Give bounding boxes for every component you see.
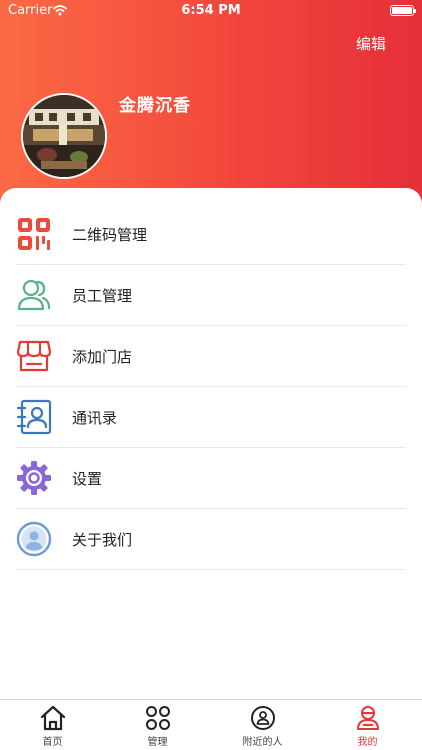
- about-icon: [16, 521, 52, 557]
- profile-header: Carrier 6:54 PM 编辑 金腾沉香: [0, 0, 422, 210]
- tab-profile[interactable]: 我的: [315, 700, 420, 750]
- menu-item-label: 通讯录: [72, 408, 118, 427]
- home-icon: [40, 705, 65, 731]
- status-bar: Carrier 6:54 PM: [0, 0, 422, 22]
- menu-item-settings[interactable]: 设置: [16, 448, 406, 509]
- tab-label: 附近的人: [242, 737, 283, 748]
- store-name: 金腾沉香: [119, 96, 191, 116]
- tab-label: 我的: [357, 737, 378, 748]
- menu-item-label: 添加门店: [72, 347, 133, 366]
- tab-nearby[interactable]: 附近的人: [210, 700, 315, 750]
- menu-item-label: 员工管理: [72, 286, 133, 305]
- menu-item-label: 二维码管理: [72, 225, 148, 244]
- store-icon: [16, 338, 52, 374]
- tab-label: 首页: [42, 737, 63, 748]
- menu-item-contacts[interactable]: 通讯录: [16, 387, 406, 448]
- clock: 6:54 PM: [181, 3, 241, 18]
- avatar[interactable]: [21, 93, 107, 179]
- nearby-icon: [250, 706, 275, 730]
- tab-manage[interactable]: 管理: [105, 700, 210, 750]
- tab-bar: 首页 管理 附近的人 我的: [0, 699, 422, 750]
- menu-panel: 二维码管理 员工管理 添加门店 通讯录 设置 关于我们: [0, 188, 422, 700]
- qr-code-icon: [16, 216, 52, 252]
- gear-icon: [16, 460, 52, 496]
- menu-item-add-store[interactable]: 添加门店: [16, 326, 406, 387]
- menu-item-label: 设置: [72, 469, 103, 488]
- menu-item-about-us[interactable]: 关于我们: [16, 509, 406, 570]
- menu-item-qr-management[interactable]: 二维码管理: [16, 204, 406, 265]
- manage-icon: [145, 706, 170, 730]
- staff-icon: [16, 277, 52, 313]
- tab-home[interactable]: 首页: [0, 700, 105, 750]
- menu-item-staff-management[interactable]: 员工管理: [16, 265, 406, 326]
- battery-icon: [390, 5, 416, 16]
- edit-button[interactable]: 编辑: [356, 33, 386, 54]
- profile-icon: [356, 706, 379, 730]
- avatar-image: [23, 95, 105, 177]
- contacts-icon: [16, 399, 52, 435]
- tab-label: 管理: [147, 737, 168, 748]
- menu-item-label: 关于我们: [72, 530, 133, 549]
